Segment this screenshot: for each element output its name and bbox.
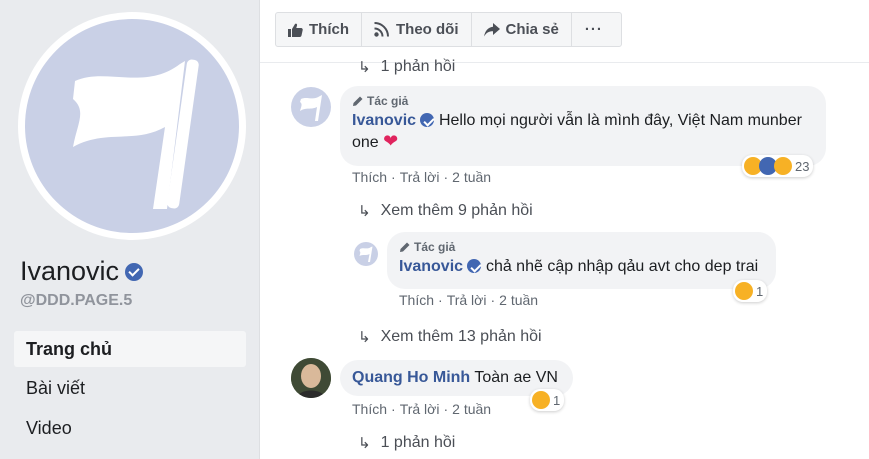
reply-arrow-icon: ↳ <box>358 59 371 76</box>
nav-item-home[interactable]: Trang chủ <box>14 331 246 367</box>
follow-page-label: Theo dõi <box>396 21 459 38</box>
comment-text: Toàn ae VN <box>474 369 558 386</box>
comment-actions: Thích · Trả lời · 2 tuần <box>352 169 492 185</box>
reaction-summary[interactable]: 1 <box>530 389 565 411</box>
comment-text: Hello mọi người vẫn là mình đây, Việt Na… <box>438 112 802 129</box>
author-tag-label: Tác giả <box>367 94 409 108</box>
page-action-toolbar: Thích Theo dõi Chia sẻ ··· <box>275 12 622 47</box>
view-more-replies-label: Xem thêm 13 phản hồi <box>380 328 542 345</box>
reply-bubble: Tác giả Ivanovic chả nhẽ cập nhập qảu av… <box>387 232 776 289</box>
reply-arrow-icon: ↳ <box>358 329 371 346</box>
wow-reaction-icon <box>774 157 792 175</box>
rss-follow-icon <box>374 22 389 37</box>
page-handle[interactable]: @DDD.PAGE.5 <box>20 292 132 310</box>
reply-timestamp[interactable]: 2 tuần <box>499 292 538 308</box>
page-sidebar: Ivanovic @DDD.PAGE.5 Trang chủ Bài viết … <box>0 0 260 459</box>
view-replies-label: 1 phản hồi <box>380 434 456 451</box>
reply-text: chả nhẽ cập nhập qảu avt cho dep trai <box>485 258 759 275</box>
comment-actions: Thích · Trả lời · 2 tuần <box>352 401 492 417</box>
nav-item-videos[interactable]: Video <box>14 410 246 446</box>
follow-page-button[interactable]: Theo dõi <box>362 13 472 46</box>
comment-timestamp[interactable]: 2 tuần <box>452 169 491 185</box>
more-options-icon: ··· <box>584 21 603 38</box>
author-tag: Tác giả <box>399 240 764 254</box>
view-replies-link[interactable]: ↳ 1 phản hồi <box>358 434 455 452</box>
reaction-summary[interactable]: 23 <box>742 155 814 177</box>
like-page-label: Thích <box>309 21 349 38</box>
haha-reaction-icon <box>735 282 753 300</box>
user-avatar-icon <box>291 358 331 398</box>
sad-reaction-icon <box>532 391 550 409</box>
verified-badge-icon <box>467 259 482 273</box>
author-tag: Tác giả <box>352 94 814 108</box>
flag-icon <box>359 246 373 262</box>
pencil-icon <box>400 242 410 252</box>
more-options-button[interactable]: ··· <box>572 13 616 46</box>
toolbar-divider <box>260 62 869 63</box>
page-name-text[interactable]: Ivanovic <box>20 256 119 287</box>
page-profile-picture[interactable] <box>18 12 246 240</box>
comment-like-button[interactable]: Thích <box>352 169 387 185</box>
reaction-summary[interactable]: 1 <box>733 280 768 302</box>
share-page-label: Chia sẻ <box>505 21 559 38</box>
comment-avatar-page[interactable] <box>291 87 331 127</box>
view-more-replies-label: Xem thêm 9 phản hồi <box>380 202 533 219</box>
view-replies-link-top[interactable]: ↳ 1 phản hồi <box>358 58 455 76</box>
heart-emoji-icon: ❤ <box>383 131 399 151</box>
comment-like-button[interactable]: Thích <box>352 401 387 417</box>
reaction-count: 1 <box>756 283 764 299</box>
reply-like-button[interactable]: Thích <box>399 292 434 308</box>
reaction-count: 1 <box>553 392 561 408</box>
comment-author-link[interactable]: Quang Ho Minh <box>352 369 470 386</box>
reply-author-link[interactable]: Ivanovic <box>399 258 463 275</box>
comment-text: one <box>352 134 379 151</box>
comment-reply-button[interactable]: Trả lời <box>400 401 440 417</box>
share-page-button[interactable]: Chia sẻ <box>472 13 572 46</box>
view-more-replies-link[interactable]: ↳ Xem thêm 9 phản hồi <box>358 202 533 220</box>
view-more-replies-link[interactable]: ↳ Xem thêm 13 phản hồi <box>358 328 542 346</box>
like-page-button[interactable]: Thích <box>276 13 362 46</box>
pencil-icon <box>353 96 363 106</box>
reply-reply-button[interactable]: Trả lời <box>447 292 487 308</box>
comment-timestamp[interactable]: 2 tuần <box>452 401 491 417</box>
thumbs-up-icon <box>288 23 303 37</box>
comment-bubble: Tác giả Ivanovic Hello mọi người vẫn là … <box>340 86 826 166</box>
nav-item-posts[interactable]: Bài viết <box>14 370 246 406</box>
page-name[interactable]: Ivanovic <box>20 256 144 287</box>
verified-badge-icon <box>125 262 144 281</box>
comment-reply-button[interactable]: Trả lời <box>400 169 440 185</box>
reply-arrow-icon: ↳ <box>358 203 371 220</box>
flag-icon <box>300 95 322 121</box>
flag-icon <box>73 59 199 209</box>
author-tag-label: Tác giả <box>414 240 456 254</box>
reply-actions: Thích · Trả lời · 2 tuần <box>399 292 539 308</box>
comment-author-link[interactable]: Ivanovic <box>352 112 416 129</box>
view-replies-label: 1 phản hồi <box>380 58 456 75</box>
verified-badge-icon <box>420 113 435 127</box>
reaction-count: 23 <box>795 158 810 174</box>
share-arrow-icon <box>483 22 500 36</box>
reply-avatar-page[interactable] <box>354 242 378 266</box>
comment-avatar-user[interactable] <box>291 358 331 398</box>
reply-arrow-icon: ↳ <box>358 435 371 452</box>
